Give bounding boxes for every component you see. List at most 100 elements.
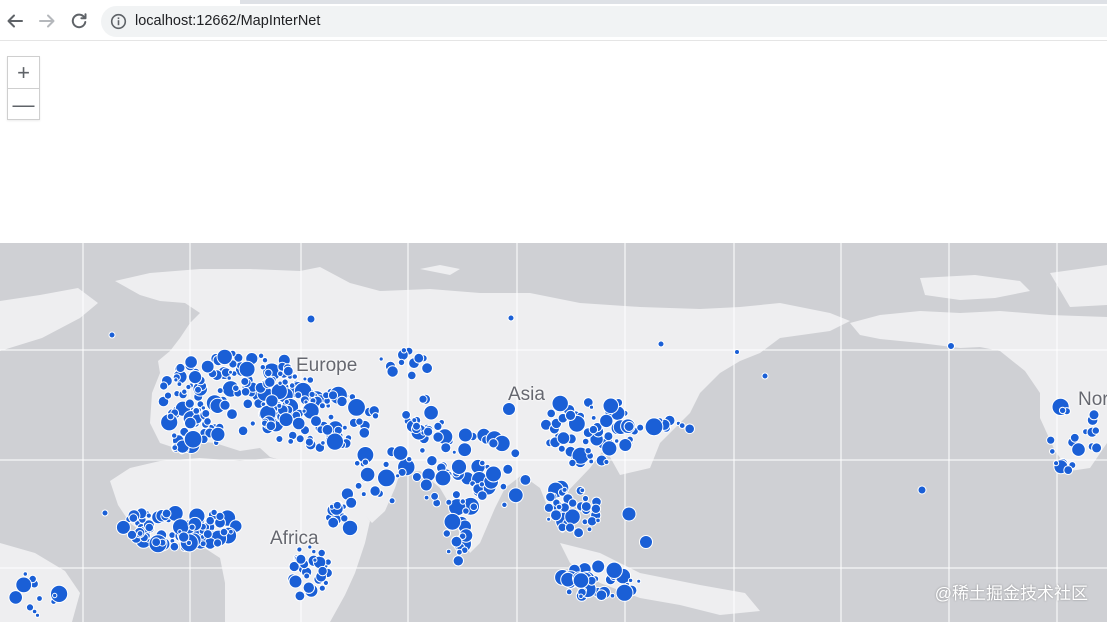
city-marker[interactable] [657,340,665,348]
city-marker[interactable] [621,506,637,522]
city-marker[interactable] [128,513,139,523]
city-marker[interactable] [287,438,295,445]
city-marker[interactable] [572,572,590,589]
city-marker[interactable] [397,358,406,367]
city-marker[interactable] [169,541,180,552]
city-marker[interactable] [579,487,586,494]
city-marker[interactable] [603,431,614,442]
city-marker[interactable] [145,512,152,519]
city-marker[interactable] [386,365,399,378]
city-marker[interactable] [342,424,348,431]
city-marker[interactable] [210,426,226,442]
city-marker[interactable] [144,522,155,533]
city-marker[interactable] [590,503,602,514]
city-marker[interactable] [426,455,438,467]
city-marker[interactable] [202,529,213,540]
city-marker[interactable] [369,485,381,497]
city-marker[interactable] [184,398,195,409]
city-marker[interactable] [440,442,452,454]
city-marker[interactable] [101,509,109,517]
city-marker[interactable] [485,465,502,483]
city-marker[interactable] [588,424,599,435]
city-marker[interactable] [354,481,363,490]
city-marker[interactable] [288,382,296,389]
city-marker[interactable] [200,359,215,374]
city-marker[interactable] [265,394,279,408]
city-marker[interactable] [178,531,190,543]
city-marker[interactable] [1069,432,1080,443]
city-marker[interactable] [183,430,203,449]
city-marker[interactable] [216,348,233,366]
city-marker[interactable] [192,407,201,415]
city-marker[interactable] [418,394,428,404]
city-marker[interactable] [761,372,769,380]
city-marker[interactable] [395,473,401,479]
city-marker[interactable] [423,426,434,437]
city-marker[interactable] [627,577,634,584]
city-marker[interactable] [228,369,233,375]
city-marker[interactable] [609,592,616,599]
city-marker[interactable] [173,377,179,383]
city-marker[interactable] [163,391,173,400]
city-marker[interactable] [205,515,215,526]
city-marker[interactable] [1091,426,1101,435]
city-marker[interactable] [175,362,186,374]
city-marker[interactable] [301,408,307,414]
city-marker[interactable] [176,381,183,388]
city-marker[interactable] [450,535,463,548]
city-marker[interactable] [573,527,584,539]
back-button[interactable] [2,8,28,34]
city-marker[interactable] [166,412,175,421]
city-marker[interactable] [551,394,569,413]
city-marker[interactable] [296,546,303,553]
city-marker[interactable] [434,469,452,487]
address-bar[interactable]: localhost:12662/MapInterNet [101,6,1107,37]
city-marker[interactable] [413,352,425,364]
city-marker[interactable] [451,490,461,500]
city-marker[interactable] [259,364,266,371]
city-marker[interactable] [550,509,562,522]
city-marker[interactable] [411,472,422,482]
city-marker[interactable] [421,362,434,375]
city-marker[interactable] [184,416,197,430]
city-marker[interactable] [599,413,614,429]
city-marker[interactable] [327,516,340,529]
city-marker[interactable] [302,376,308,382]
city-marker[interactable] [257,352,265,360]
city-marker[interactable] [161,508,172,519]
city-marker[interactable] [546,516,552,522]
city-marker[interactable] [501,501,508,508]
city-marker[interactable] [586,516,598,527]
city-marker[interactable] [312,557,318,563]
city-marker[interactable] [564,522,576,533]
city-marker[interactable] [108,331,116,339]
city-marker[interactable] [159,381,169,391]
city-marker[interactable] [614,438,620,444]
city-marker[interactable] [499,482,508,491]
city-marker[interactable] [303,572,311,580]
city-marker[interactable] [445,548,452,555]
zoom-out-button[interactable]: — [8,88,39,120]
city-marker[interactable] [327,413,335,421]
city-marker[interactable] [639,535,653,549]
city-marker[interactable] [282,365,294,377]
city-marker[interactable] [581,494,590,503]
city-marker[interactable] [603,458,610,466]
city-marker[interactable] [215,511,225,521]
city-marker[interactable] [295,553,307,565]
city-marker[interactable] [294,590,306,602]
city-marker[interactable] [226,408,238,421]
city-marker[interactable] [588,404,595,410]
city-marker[interactable] [22,571,28,577]
city-marker[interactable] [407,370,417,381]
city-marker[interactable] [401,410,412,420]
city-marker[interactable] [400,347,408,354]
city-marker[interactable] [291,373,298,380]
city-marker[interactable] [184,355,198,369]
city-marker[interactable] [568,498,578,508]
city-marker[interactable] [325,432,344,451]
city-marker[interactable] [456,548,463,556]
city-marker[interactable] [36,595,43,602]
city-marker[interactable] [636,423,645,432]
city-marker[interactable] [432,431,444,443]
